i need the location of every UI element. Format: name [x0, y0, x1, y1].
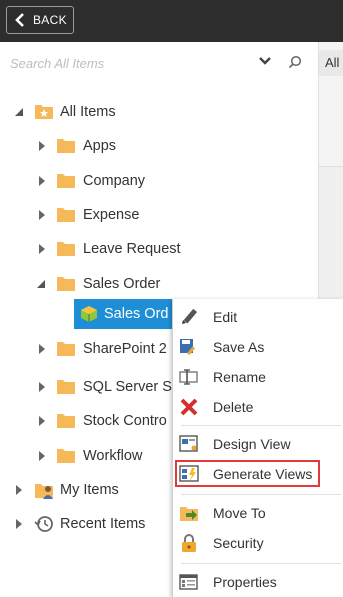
menu-item-design-view[interactable]: Design View — [173, 429, 343, 459]
pencil-icon — [182, 308, 198, 324]
context-menu: Edit Save As Rename Delete Design View G… — [172, 299, 343, 597]
lock-icon — [182, 534, 196, 552]
search-bar — [0, 42, 318, 83]
menu-item-rename[interactable]: Rename — [173, 362, 343, 392]
menu-item-label: Design View — [213, 436, 291, 452]
tree-node-stock-control[interactable]: Stock Contro — [0, 407, 172, 435]
tree-node-my-items[interactable]: My Items — [0, 476, 172, 504]
search-icon[interactable] — [288, 55, 302, 69]
menu-item-save-as[interactable]: Save As — [173, 332, 343, 362]
folder-star-icon — [35, 105, 53, 119]
menu-item-label: Delete — [213, 399, 254, 415]
tree-node-sql-server[interactable]: SQL Server Se — [0, 373, 180, 401]
smartobject-icon — [81, 306, 97, 322]
tree-node-label: SQL Server Se — [83, 379, 180, 395]
menu-item-label: Security — [213, 535, 264, 551]
folder-icon — [57, 414, 75, 428]
tree-node-label: All Items — [60, 104, 116, 120]
folder-icon — [57, 208, 75, 222]
expanded-arrow-icon[interactable] — [36, 279, 46, 289]
tree-node-apps[interactable]: Apps — [0, 132, 200, 160]
tree-node-recent-items[interactable]: Recent Items — [0, 510, 172, 538]
save-as-icon — [180, 339, 196, 356]
tree-node-expense[interactable]: Expense — [0, 201, 200, 229]
properties-icon — [179, 574, 198, 590]
collapsed-arrow-icon[interactable] — [15, 519, 23, 529]
menu-item-label: Save As — [213, 339, 265, 355]
tree-node-label: Sales Order — [83, 276, 161, 292]
tree-node-label: Workflow — [83, 448, 143, 464]
menu-item-edit[interactable]: Edit — [173, 302, 343, 332]
folder-icon — [57, 174, 75, 188]
tree-node-sales-order-selected[interactable]: Sales Ord — [74, 299, 174, 329]
delete-x-icon — [180, 398, 198, 416]
tree-node-label: Apps — [83, 138, 117, 154]
collapsed-arrow-icon[interactable] — [38, 344, 46, 354]
tree-node-label: SharePoint 2 — [83, 341, 167, 357]
collapsed-arrow-icon[interactable] — [38, 141, 46, 151]
tree-node-workflow[interactable]: Workflow — [0, 442, 172, 470]
chevron-down-icon[interactable] — [258, 56, 272, 66]
collapsed-arrow-icon[interactable] — [15, 485, 23, 495]
menu-separator — [181, 494, 341, 495]
folder-icon — [57, 449, 75, 463]
clock-history-icon — [34, 516, 53, 532]
tree-node-sharepoint[interactable]: SharePoint 2 — [0, 335, 172, 363]
menu-item-move-to[interactable]: Move To — [173, 498, 343, 528]
top-bar: BACK — [0, 0, 343, 42]
move-to-folder-icon — [180, 507, 198, 521]
all-tab[interactable]: All — [319, 50, 343, 76]
menu-item-label: Move To — [213, 505, 266, 521]
folder-icon — [57, 342, 75, 356]
folder-icon — [57, 139, 75, 153]
folder-icon — [57, 380, 75, 394]
back-button[interactable]: BACK — [6, 6, 74, 34]
tree-node-sales-order[interactable]: Sales Order — [0, 270, 220, 298]
collapsed-arrow-icon[interactable] — [38, 416, 46, 426]
selected-node-label: Sales Ord — [104, 306, 169, 322]
user-folder-icon — [35, 484, 53, 499]
search-input[interactable] — [8, 51, 252, 75]
design-view-icon — [179, 435, 198, 452]
tree-node-label: Expense — [83, 207, 140, 223]
collapsed-arrow-icon[interactable] — [38, 244, 46, 254]
back-label: BACK — [33, 13, 67, 27]
collapsed-arrow-icon[interactable] — [38, 176, 46, 186]
menu-item-generate-views[interactable]: Generate Views — [173, 459, 343, 489]
expanded-arrow-icon[interactable] — [14, 107, 24, 117]
collapsed-arrow-icon[interactable] — [38, 451, 46, 461]
folder-icon — [57, 242, 75, 256]
tree-node-leave-request[interactable]: Leave Request — [0, 235, 220, 263]
menu-item-security[interactable]: Security — [173, 528, 343, 558]
tree-node-all-items[interactable]: All Items — [0, 98, 200, 126]
tree-node-label: Stock Contro — [83, 413, 167, 429]
menu-item-label: Edit — [213, 309, 238, 325]
tree-node-company[interactable]: Company — [0, 167, 200, 195]
highlight-box — [175, 460, 320, 487]
tree-node-label: My Items — [60, 482, 119, 498]
tree-node-label: Recent Items — [60, 516, 146, 532]
chevron-left-icon — [15, 13, 24, 27]
rename-icon — [179, 369, 198, 385]
menu-separator — [181, 425, 341, 426]
collapsed-arrow-icon[interactable] — [38, 210, 46, 220]
tree-node-label: Company — [83, 173, 146, 189]
menu-item-label: Properties — [213, 574, 277, 590]
tree-node-label: Leave Request — [83, 241, 181, 257]
folder-icon — [57, 277, 75, 291]
collapsed-arrow-icon[interactable] — [38, 382, 46, 392]
menu-separator — [181, 563, 341, 564]
menu-item-label: Rename — [213, 369, 266, 385]
menu-item-delete[interactable]: Delete — [173, 392, 343, 422]
menu-item-properties[interactable]: Properties — [173, 567, 343, 597]
